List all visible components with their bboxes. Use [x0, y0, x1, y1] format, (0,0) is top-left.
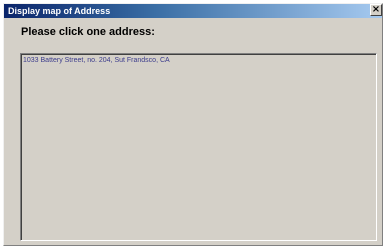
- address-listbox[interactable]: 1033 Battery Street, no. 204, Sut Frands…: [20, 53, 377, 241]
- close-icon: ×: [371, 4, 381, 15]
- title-bar[interactable]: Display map of Address ×: [4, 4, 382, 18]
- close-button[interactable]: ×: [370, 4, 382, 16]
- window-title: Display map of Address: [8, 6, 111, 16]
- dialog-window: Display map of Address × Please click on…: [3, 3, 383, 246]
- list-item[interactable]: 1033 Battery Street, no. 204, Sut Frands…: [23, 56, 170, 65]
- instruction-label: Please click one address:: [21, 26, 155, 38]
